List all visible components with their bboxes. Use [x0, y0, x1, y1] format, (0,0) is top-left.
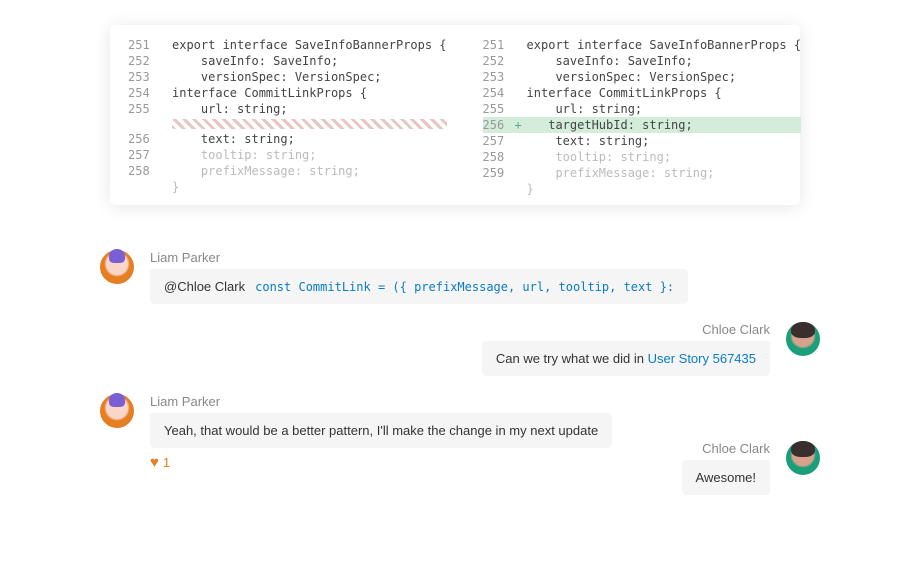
avatar[interactable]: [100, 394, 134, 428]
code-line: 256+ targetHubId: string;: [483, 117, 802, 133]
comment-body: Awesome!: [682, 460, 770, 495]
comment: Liam Parker @Chloe Clark const CommitLink …: [100, 250, 820, 304]
code-line: 253 versionSpec: VersionSpec;: [483, 69, 802, 85]
comment-author: Chloe Clark: [702, 322, 770, 337]
comment: Chloe Clark Awesome!: [100, 441, 820, 495]
code-line: 254 interface CommitLinkProps {: [483, 85, 802, 101]
code-line: 252 saveInfo: SaveInfo;: [128, 53, 447, 69]
work-item-link[interactable]: User Story 567435: [648, 351, 756, 366]
comment-body: @Chloe Clark const CommitLink = ({ prefix…: [150, 269, 688, 304]
comment-body: Can we try what we did in User Story 567…: [482, 341, 770, 376]
diff-gap-indicator: [172, 119, 447, 129]
avatar[interactable]: [786, 441, 820, 475]
comment-text: Yeah, that would be a better pattern, I'…: [164, 423, 598, 438]
comment-author: Liam Parker: [150, 394, 820, 409]
code-line: 258 tooltip: string;: [483, 149, 802, 165]
comment-text: Can we try what we did in: [496, 351, 648, 366]
diff-new-pane: 251 export interface SaveInfoBannerProps…: [465, 37, 820, 193]
diff-viewer: 251 export interface SaveInfoBannerProps…: [110, 25, 800, 205]
avatar[interactable]: [786, 322, 820, 356]
comment-author: Liam Parker: [150, 250, 820, 265]
code-line: 254 interface CommitLinkProps {: [128, 85, 447, 101]
avatar[interactable]: [100, 250, 134, 284]
mention[interactable]: @Chloe Clark: [164, 279, 245, 294]
code-line: 258 prefixMessage: string;: [128, 163, 447, 179]
code-line: }: [483, 181, 802, 197]
code-line: 257 tooltip: string;: [128, 147, 447, 163]
comment: Chloe Clark Can we try what we did in Use…: [100, 322, 820, 376]
code-line: 252 saveInfo: SaveInfo;: [483, 53, 802, 69]
code-line: 251 export interface SaveInfoBannerProps…: [128, 37, 447, 53]
comment-text: Awesome!: [696, 470, 756, 485]
code-line: 256 text: string;: [128, 131, 447, 147]
code-line: 255 url: string;: [128, 101, 447, 117]
code-line: 257 text: string;: [483, 133, 802, 149]
code-line: 255 url: string;: [483, 101, 802, 117]
code-line: 253 versionSpec: VersionSpec;: [128, 69, 447, 85]
code-line: 251 export interface SaveInfoBannerProps…: [483, 37, 802, 53]
code-line: 259 prefixMessage: string;: [483, 165, 802, 181]
comment-thread: Liam Parker @Chloe Clark const CommitLink …: [100, 250, 820, 513]
diff-old-pane: 251 export interface SaveInfoBannerProps…: [110, 37, 465, 193]
code-line: }: [128, 179, 447, 195]
inline-code: const CommitLink = ({ prefixMessage, url…: [255, 280, 674, 294]
comment-author: Chloe Clark: [702, 441, 770, 456]
